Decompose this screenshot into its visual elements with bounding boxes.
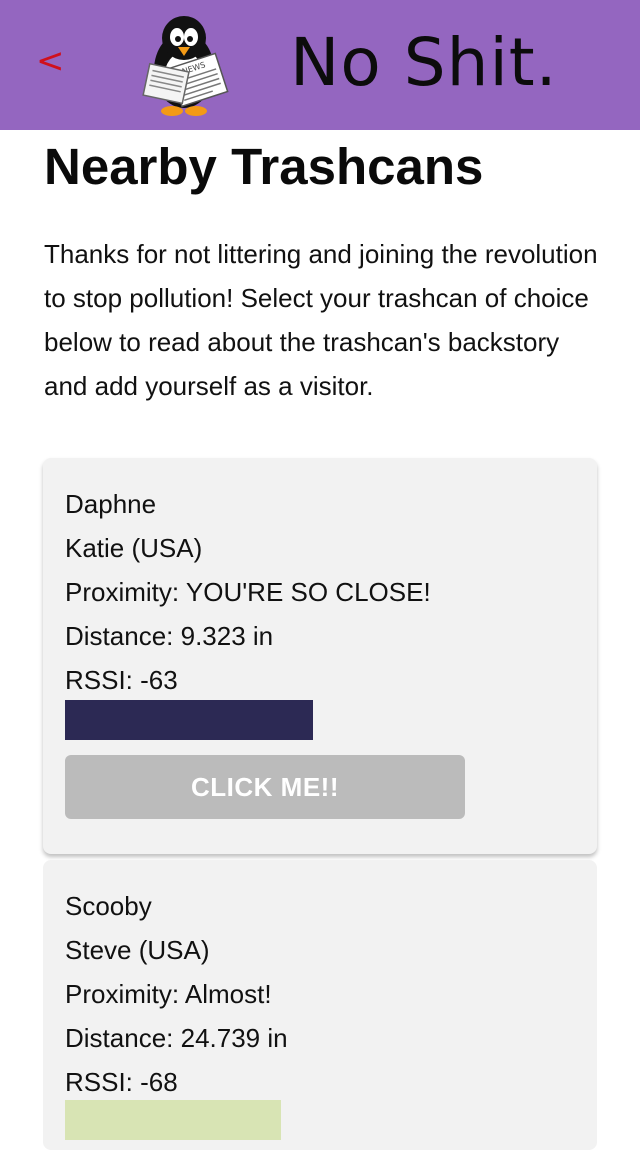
signal-strength-bar — [65, 1100, 281, 1140]
trashcan-owner: Katie (USA) — [65, 533, 203, 563]
trashcan-proximity: Proximity: YOU'RE SO CLOSE! — [65, 577, 431, 607]
trashcan-owner: Steve (USA) — [65, 935, 210, 965]
brand-title: No Shit. — [290, 24, 558, 101]
penguin-logo-icon: NEWS — [142, 16, 229, 116]
intro-text: Thanks for not littering and joining the… — [44, 239, 598, 401]
trashcan-card[interactable]: Daphne Katie (USA) Proximity: YOU'RE SO … — [43, 458, 597, 854]
trashcan-rssi: RSSI: -68 — [65, 1067, 178, 1097]
trashcan-rssi: RSSI: -63 — [65, 665, 178, 695]
back-button[interactable]: < — [36, 44, 65, 78]
trashcan-proximity: Proximity: Almost! — [65, 979, 272, 1009]
trashcan-card[interactable]: Scooby Steve (USA) Proximity: Almost! Di… — [43, 860, 597, 1150]
trashcan-distance: Distance: 9.323 in — [65, 621, 274, 651]
trashcan-distance: Distance: 24.739 in — [65, 1023, 288, 1053]
signal-strength-bar — [65, 700, 313, 740]
page-title: Nearby Trashcans — [44, 138, 484, 195]
trashcan-details: Scooby Steve (USA) Proximity: Almost! Di… — [65, 884, 288, 1104]
trashcan-name: Scooby — [65, 891, 152, 921]
trashcan-details: Daphne Katie (USA) Proximity: YOU'RE SO … — [65, 482, 431, 702]
click-me-button[interactable]: CLICK ME!! — [65, 755, 465, 819]
main-content: Nearby Trashcans Thanks for not litterin… — [44, 130, 600, 408]
app-header: < NEWS No Shit. — [0, 0, 640, 130]
trashcan-name: Daphne — [65, 489, 157, 519]
